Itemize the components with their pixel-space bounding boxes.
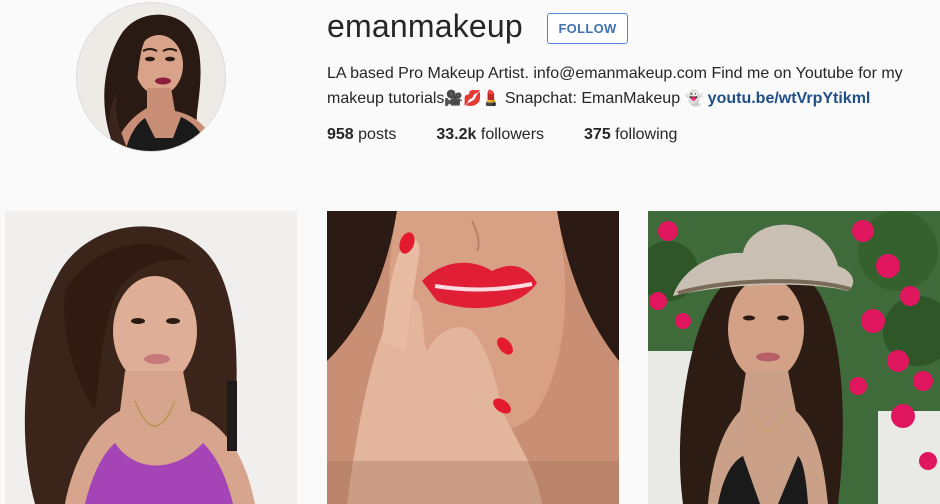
profile-stats: 958 posts 33.2k followers 375 following [327, 124, 717, 146]
post-3-photo [648, 211, 940, 504]
profile-page: emanmakeup FOLLOW LA based Pro Makeup Ar… [0, 0, 940, 504]
following-stat[interactable]: 375 following [584, 124, 677, 146]
post-thumbnail-2[interactable] [327, 211, 619, 504]
post-2-photo [327, 211, 619, 504]
bio-emoji-camera-kiss-lipstick-icon: 🎥💋💄 [444, 89, 501, 107]
post-1-photo [5, 211, 297, 504]
followers-stat[interactable]: 33.2k followers [436, 124, 544, 146]
posts-label: posts [353, 126, 397, 143]
profile-bio: LA based Pro Makeup Artist. info@emanmak… [327, 62, 927, 111]
follow-button[interactable]: FOLLOW [547, 13, 628, 44]
post-thumbnail-3[interactable] [648, 211, 940, 504]
profile-avatar[interactable] [76, 2, 226, 152]
profile-username: emanmakeup [327, 8, 523, 44]
post-thumbnail-1[interactable] [5, 211, 297, 504]
bio-snapchat-text: Snapchat: EmanMakeup [500, 90, 685, 107]
posts-count: 958 [327, 126, 354, 143]
followers-label: followers [476, 126, 545, 143]
followers-count: 33.2k [436, 126, 477, 143]
following-count: 375 [584, 126, 611, 143]
following-label: following [610, 126, 678, 143]
posts-stat: 958 posts [327, 124, 396, 146]
ghost-icon: 👻 [684, 89, 704, 107]
avatar-photo [77, 3, 225, 151]
bio-youtube-link[interactable]: youtu.be/wtVrpYtikml [708, 90, 871, 107]
